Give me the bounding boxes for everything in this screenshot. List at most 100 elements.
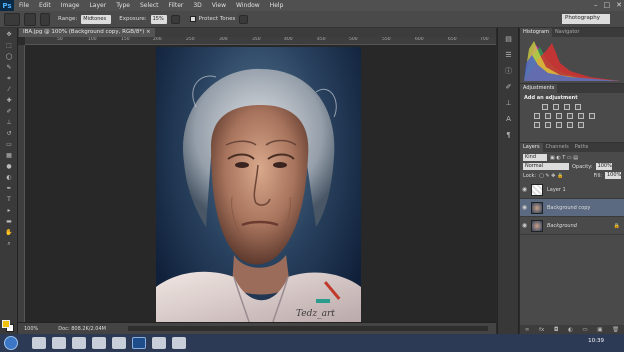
character-panel-icon[interactable]: A [503, 115, 514, 124]
menu-window[interactable]: Window [231, 2, 265, 9]
taskbar-paint-icon[interactable] [152, 337, 166, 349]
link-layers-icon[interactable]: ∞ [525, 327, 530, 333]
protect-tones-checkbox[interactable] [189, 16, 196, 22]
marquee-tool-icon[interactable]: ⬚ [3, 41, 15, 50]
hue-saturation-icon[interactable] [545, 113, 551, 119]
brush-panel-icon[interactable]: ✐ [503, 83, 514, 92]
vibrance-icon[interactable] [534, 113, 540, 119]
color-balance-icon[interactable] [556, 113, 562, 119]
close-icon[interactable]: ✕ [616, 1, 622, 9]
black-white-icon[interactable] [567, 113, 573, 119]
channel-mixer-icon[interactable] [589, 113, 595, 119]
taskbar-word-icon[interactable] [92, 337, 106, 349]
document-tab[interactable]: IBA.jpg @ 100% (Background copy, RGB/8*)… [19, 28, 155, 37]
menu-filter[interactable]: Filter [164, 2, 189, 9]
blur-tool-icon[interactable]: ● [3, 162, 15, 171]
taskbar-media-icon[interactable] [52, 337, 66, 349]
pen-tool-icon[interactable]: ✒ [3, 184, 15, 193]
eraser-tool-icon[interactable]: ▭ [3, 140, 15, 149]
menu-select[interactable]: Select [135, 2, 164, 9]
blend-mode-select[interactable]: Normal [523, 163, 569, 170]
eyedropper-tool-icon[interactable]: ⁄ [3, 85, 15, 94]
start-button[interactable] [4, 336, 18, 350]
history-brush-tool-icon[interactable]: ↺ [3, 129, 15, 138]
document-canvas[interactable]: Tedz_art [25, 45, 496, 328]
invert-icon[interactable] [534, 122, 540, 128]
taskbar-browser-icon[interactable] [72, 337, 86, 349]
zoom-level[interactable]: 100% [24, 326, 38, 332]
exposure-input[interactable]: 15% [150, 14, 167, 24]
path-select-tool-icon[interactable]: ▸ [3, 206, 15, 215]
layer-row[interactable]: ◉ Background copy [520, 199, 624, 217]
new-group-icon[interactable]: ▭ [582, 327, 587, 333]
menu-file[interactable]: File [14, 2, 34, 9]
tab-adjustments[interactable]: Adjustments [520, 84, 558, 93]
taskbar-explorer-icon[interactable] [32, 337, 46, 349]
close-tab-icon[interactable]: × [146, 29, 151, 35]
menu-image[interactable]: Image [56, 2, 85, 9]
add-mask-icon[interactable]: ◘ [554, 327, 558, 333]
brush-tool-icon[interactable]: ✐ [3, 107, 15, 116]
clone-stamp-tool-icon[interactable]: ⊥ [3, 118, 15, 127]
visibility-eye-icon[interactable]: ◉ [520, 222, 529, 229]
layer-style-icon[interactable]: fx [539, 327, 544, 333]
menu-edit[interactable]: Edit [34, 2, 56, 9]
tab-histogram[interactable]: Histogram [520, 28, 552, 37]
lasso-tool-icon[interactable]: ◯ [3, 52, 15, 61]
shape-tool-icon[interactable]: ▬ [3, 217, 15, 226]
healing-brush-tool-icon[interactable]: ✚ [3, 96, 15, 105]
clone-source-panel-icon[interactable]: ⊥ [503, 99, 514, 108]
info-panel-icon[interactable]: ⓘ [503, 67, 514, 76]
maximize-icon[interactable]: □ [604, 1, 611, 9]
selective-color-icon[interactable] [578, 122, 584, 128]
exposure-icon[interactable] [575, 104, 581, 110]
move-tool-icon[interactable]: ✥ [3, 30, 15, 39]
tab-navigator[interactable]: Navigator [552, 28, 582, 37]
brightness-contrast-icon[interactable] [542, 104, 548, 110]
zoom-tool-icon[interactable]: ⌕ [3, 239, 15, 248]
pressure-icon[interactable] [239, 14, 249, 24]
hand-tool-icon[interactable]: ✋ [3, 228, 15, 237]
airbrush-icon[interactable] [170, 14, 180, 24]
menu-3d[interactable]: 3D [188, 2, 206, 9]
quick-select-tool-icon[interactable]: ✎ [3, 63, 15, 72]
horizontal-scrollbar[interactable] [128, 326, 488, 331]
tab-paths[interactable]: Paths [572, 143, 592, 152]
curves-icon[interactable] [564, 104, 570, 110]
minimize-icon[interactable]: – [594, 1, 598, 9]
filter-kind-select[interactable]: Kind [523, 154, 547, 161]
menu-layer[interactable]: Layer [84, 2, 111, 9]
brush-panel-icon[interactable] [40, 12, 50, 26]
crop-tool-icon[interactable]: ⌗ [3, 74, 15, 83]
layer-row[interactable]: ◉ Layer 1 [520, 181, 624, 199]
dodge-tool-preset-icon[interactable] [4, 12, 20, 26]
lock-icons[interactable]: ▢ ✎ ✥ 🔒 [539, 173, 563, 179]
new-adjustment-icon[interactable]: ◐ [568, 327, 573, 333]
filter-icons[interactable]: ▣ ◐ T ▭ ▤ [550, 155, 578, 161]
tab-channels[interactable]: Channels [543, 143, 572, 152]
levels-icon[interactable] [553, 104, 559, 110]
layer-row[interactable]: ◉ Background 🔒 [520, 217, 624, 235]
taskbar-folder-icon[interactable] [172, 337, 186, 349]
properties-panel-icon[interactable]: ☰ [503, 51, 514, 60]
gradient-tool-icon[interactable]: ▦ [3, 151, 15, 160]
type-tool-icon[interactable]: T [3, 195, 15, 204]
fill-input[interactable]: 100% [605, 172, 621, 179]
visibility-eye-icon[interactable]: ◉ [520, 204, 529, 211]
menu-type[interactable]: Type [111, 2, 135, 9]
foreground-color-swatch[interactable] [2, 320, 10, 328]
dodge-tool-icon[interactable]: ◐ [3, 173, 15, 182]
paragraph-panel-icon[interactable]: ¶ [503, 131, 514, 140]
workspace-select[interactable]: Photography [562, 14, 610, 24]
taskbar-app-icon[interactable] [112, 337, 126, 349]
tab-layers[interactable]: Layers [520, 143, 543, 152]
opacity-input[interactable]: 100% [595, 163, 612, 170]
range-select[interactable]: Midtones [81, 14, 112, 24]
taskbar-photoshop-icon[interactable] [132, 337, 146, 349]
menu-view[interactable]: View [207, 2, 231, 9]
threshold-icon[interactable] [556, 122, 562, 128]
new-layer-icon[interactable]: ▣ [597, 327, 602, 333]
gradient-map-icon[interactable] [567, 122, 573, 128]
doc-size-info[interactable]: Doc: 808.2K/2.04M [58, 326, 106, 332]
posterize-icon[interactable] [545, 122, 551, 128]
